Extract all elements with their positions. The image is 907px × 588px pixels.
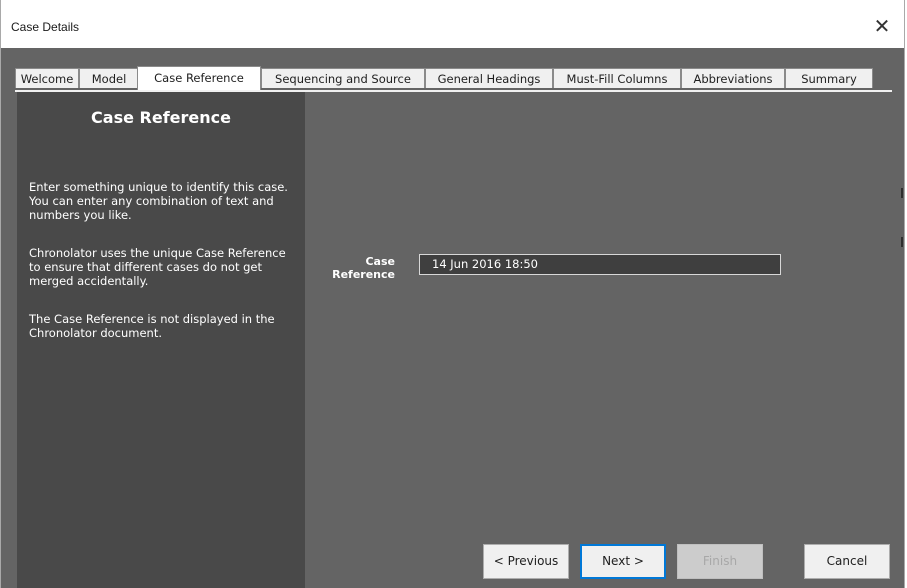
edge-marker (901, 237, 903, 247)
tab-strip: Welcome Model Case Reference Sequencing … (15, 66, 895, 90)
form-panel: Case Reference 14 Jun 2016 18:50 (305, 92, 892, 588)
tab-model[interactable]: Model (79, 68, 139, 88)
tab-welcome[interactable]: Welcome (15, 68, 79, 88)
close-icon[interactable]: ✕ (866, 10, 898, 42)
help-paragraph-2: Chronolator uses the unique Case Referen… (29, 246, 286, 288)
tab-case-reference[interactable]: Case Reference (137, 66, 261, 90)
title-bar: Case Details ✕ (1, 0, 904, 48)
tab-summary[interactable]: Summary (785, 68, 873, 88)
help-paragraph-3: The Case Reference is not displayed in t… (29, 312, 275, 340)
case-reference-input[interactable]: 14 Jun 2016 18:50 (419, 254, 781, 275)
case-details-dialog: Case Details ✕ Welcome Model Case Refere… (0, 0, 905, 588)
next-button[interactable]: Next > (580, 544, 666, 579)
tab-general-headings[interactable]: General Headings (425, 68, 553, 88)
edge-marker (901, 188, 903, 198)
help-sidebar: Case Reference Enter something unique to… (17, 92, 305, 588)
tab-sequencing-and-source[interactable]: Sequencing and Source (261, 68, 425, 88)
dialog-title: Case Details (11, 20, 80, 34)
case-reference-label: Case Reference (332, 255, 395, 281)
cancel-button[interactable]: Cancel (804, 544, 890, 579)
help-paragraph-1: Enter something unique to identify this … (29, 180, 288, 222)
previous-button[interactable]: < Previous (483, 544, 569, 579)
finish-button[interactable]: Finish (677, 544, 763, 579)
sidebar-title: Case Reference (91, 108, 231, 127)
tab-abbreviations[interactable]: Abbreviations (681, 68, 785, 88)
tab-must-fill-columns[interactable]: Must-Fill Columns (553, 68, 681, 88)
dialog-body: Welcome Model Case Reference Sequencing … (1, 48, 904, 588)
